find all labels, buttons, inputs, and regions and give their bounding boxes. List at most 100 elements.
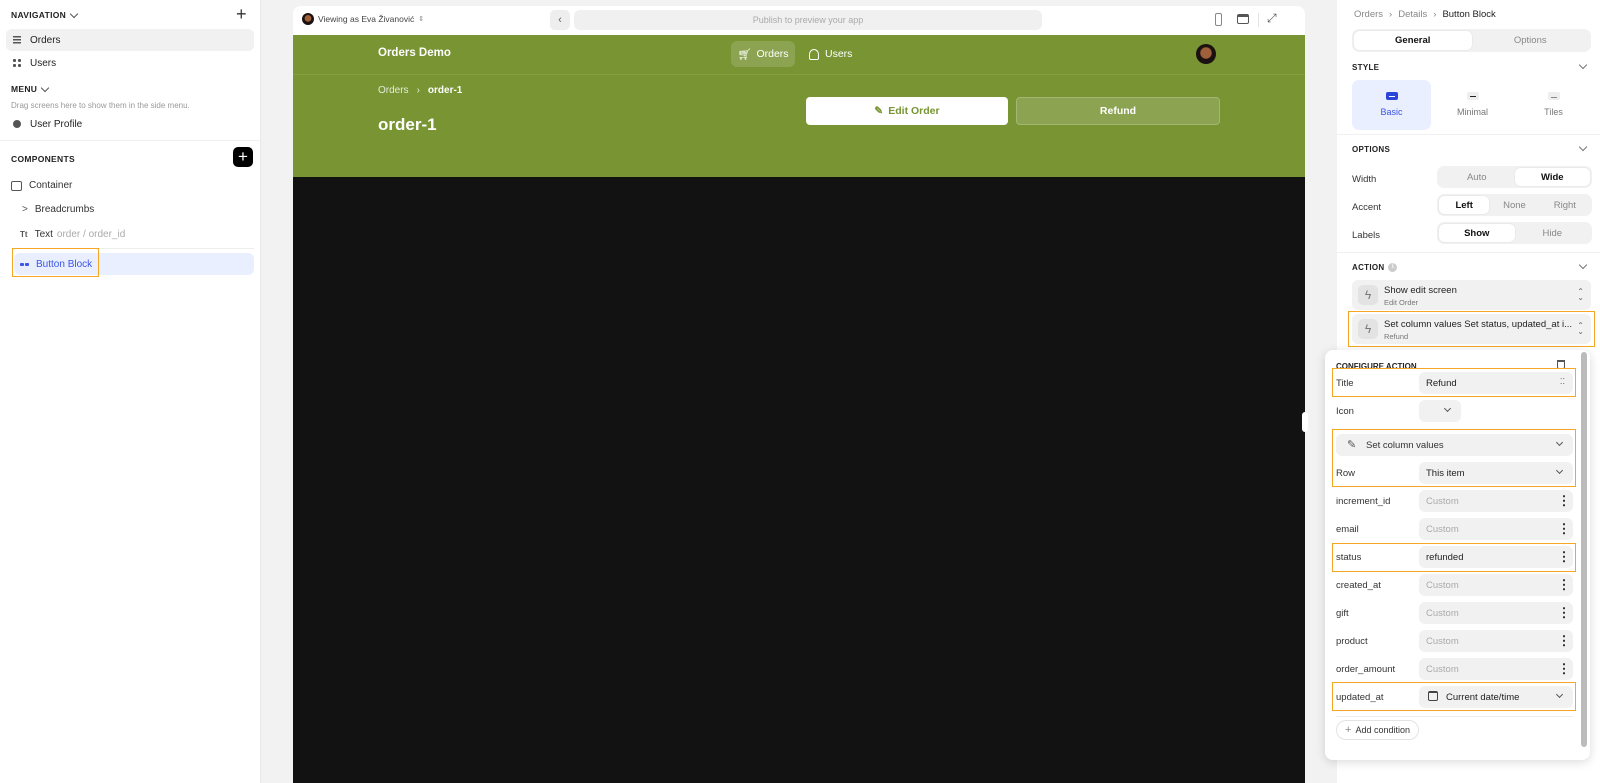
- chevron-right-icon: ›: [1389, 9, 1393, 20]
- accent-none[interactable]: None: [1489, 196, 1539, 214]
- chevron-down-icon: [40, 83, 50, 92]
- minimal-style-icon: [1466, 92, 1479, 100]
- field-input[interactable]: Custom: [1419, 574, 1573, 596]
- tab-options[interactable]: Options: [1472, 31, 1590, 50]
- desktop-view-icon[interactable]: [1237, 14, 1249, 24]
- accent-right[interactable]: Right: [1540, 196, 1590, 214]
- lightning-icon: ϟ: [1358, 285, 1378, 305]
- cart-icon: 🛒︎: [737, 48, 752, 61]
- labels-show[interactable]: Show: [1439, 224, 1515, 242]
- refund-button[interactable]: Refund: [1016, 97, 1220, 125]
- left-panel: NAVIGATION + Orders Users MENU Drag scre…: [0, 0, 261, 783]
- field-value: Custom: [1426, 636, 1459, 647]
- accent-left[interactable]: Left: [1439, 196, 1490, 214]
- chevron-right-icon: ›: [416, 85, 420, 96]
- user-icon: [13, 120, 21, 128]
- button-label: Refund: [1099, 105, 1137, 117]
- style-label: Tiles: [1544, 107, 1563, 117]
- more-vertical-icon[interactable]: [1563, 662, 1565, 675]
- style-tiles[interactable]: Tiles: [1514, 80, 1593, 130]
- more-vertical-icon[interactable]: [1563, 578, 1565, 591]
- component-label: Text: [34, 229, 53, 240]
- icon-select[interactable]: [1419, 400, 1461, 422]
- more-vertical-icon[interactable]: [1563, 606, 1565, 619]
- nav-item-label: Users: [30, 57, 57, 69]
- action-heading: ACTION i: [1352, 263, 1398, 272]
- width-auto[interactable]: Auto: [1439, 168, 1515, 186]
- component-breadcrumbs[interactable]: > Breadcrumbs: [22, 204, 94, 215]
- resize-handle[interactable]: [1302, 412, 1308, 432]
- menu-item-label: User Profile: [30, 118, 83, 130]
- component-label: Container: [29, 180, 73, 191]
- field-label: increment_id: [1336, 496, 1391, 507]
- scrollbar[interactable]: [1581, 352, 1587, 747]
- field-input[interactable]: Custom: [1419, 658, 1573, 680]
- labels-hide[interactable]: Hide: [1515, 224, 1591, 242]
- divider: [1337, 134, 1600, 135]
- action-item-show-edit-screen[interactable]: ϟ Show edit screen Edit Order ⌃ ⌄: [1352, 280, 1591, 310]
- breadcrumb-item[interactable]: Details: [1398, 9, 1427, 20]
- field-input[interactable]: Custom: [1419, 602, 1573, 624]
- chevron-down-icon[interactable]: [1578, 142, 1588, 152]
- nav-item-orders[interactable]: Orders: [6, 29, 254, 51]
- menu-item-user-profile[interactable]: User Profile: [6, 113, 254, 135]
- divider: [1337, 252, 1600, 253]
- add-condition-button[interactable]: + Add condition: [1336, 720, 1419, 740]
- more-vertical-icon[interactable]: [1563, 522, 1565, 535]
- field-row-gift: gift Custom: [1336, 602, 1573, 626]
- container-icon: [11, 180, 22, 191]
- more-vertical-icon[interactable]: [1563, 494, 1565, 507]
- app-tab-label: Users: [825, 48, 853, 60]
- field-label: product: [1336, 636, 1368, 647]
- menu-heading[interactable]: MENU: [11, 83, 50, 94]
- component-text[interactable]: Tt Text order / order_id: [20, 229, 125, 240]
- app-tab-users[interactable]: Users: [809, 41, 852, 67]
- menu-heading-label: MENU: [11, 84, 38, 94]
- user-avatar[interactable]: [1196, 44, 1216, 64]
- chevron-down-icon[interactable]: [1578, 260, 1588, 270]
- app-tab-label: Orders: [756, 48, 789, 60]
- app-tab-orders[interactable]: 🛒︎ Orders: [731, 41, 795, 67]
- field-input[interactable]: Custom: [1419, 630, 1573, 652]
- width-segmented: Auto Wide: [1437, 166, 1592, 188]
- selection-highlight: [12, 248, 99, 277]
- app-title: Orders Demo: [378, 47, 451, 59]
- breadcrumb-item[interactable]: Orders: [1354, 9, 1383, 20]
- viewing-as-select[interactable]: Viewing as Eva Živanović ⇕: [302, 13, 424, 25]
- expand-icon[interactable]: ⤢: [1267, 11, 1277, 26]
- edit-order-button[interactable]: ✎ Edit Order: [806, 97, 1008, 125]
- add-component-button[interactable]: +: [233, 147, 253, 167]
- add-condition-label: Add condition: [1355, 725, 1410, 735]
- breadcrumb-parent[interactable]: Orders: [378, 85, 409, 96]
- more-vertical-icon[interactable]: [1563, 634, 1565, 647]
- field-input[interactable]: Custom: [1419, 490, 1573, 512]
- info-icon[interactable]: i: [1388, 263, 1398, 272]
- list-icon: [13, 36, 21, 44]
- url-bar[interactable]: Publish to preview your app: [574, 10, 1042, 30]
- add-navigation-button[interactable]: +: [236, 5, 247, 23]
- style-minimal[interactable]: Minimal: [1433, 80, 1512, 130]
- tab-general[interactable]: General: [1354, 31, 1472, 50]
- field-value: Custom: [1426, 580, 1459, 591]
- preview-toolbar: Viewing as Eva Živanović ⇕ ‹ Publish to …: [293, 6, 1305, 35]
- selection-highlight: [1332, 682, 1576, 711]
- icon-row: Icon: [1336, 400, 1573, 424]
- accent-segmented: Left None Right: [1437, 194, 1592, 216]
- back-button[interactable]: ‹: [550, 10, 570, 30]
- divider: [1336, 716, 1573, 717]
- divider: [0, 140, 260, 141]
- width-wide[interactable]: Wide: [1514, 168, 1590, 186]
- mobile-view-icon[interactable]: [1215, 13, 1222, 26]
- action-heading-label: ACTION: [1352, 263, 1385, 272]
- chevron-down-icon[interactable]: [1578, 60, 1588, 70]
- style-heading: STYLE: [1352, 63, 1380, 72]
- style-label: Basic: [1380, 107, 1403, 117]
- field-row-email: email Custom: [1336, 518, 1573, 542]
- field-input[interactable]: Custom: [1419, 518, 1573, 540]
- field-row-product: product Custom: [1336, 630, 1573, 654]
- navigation-heading[interactable]: NAVIGATION: [11, 9, 79, 20]
- style-basic[interactable]: Basic: [1352, 80, 1431, 130]
- component-container[interactable]: Container: [11, 180, 72, 191]
- nav-item-users[interactable]: Users: [6, 52, 254, 74]
- basic-style-icon: [1385, 92, 1398, 100]
